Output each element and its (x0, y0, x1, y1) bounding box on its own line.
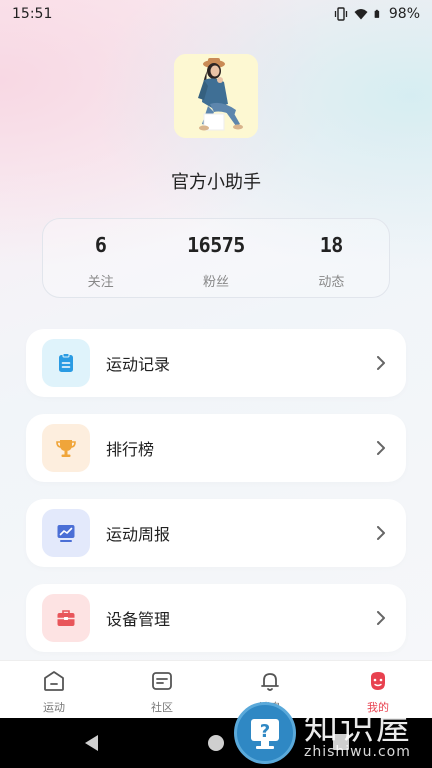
toolbox-icon (42, 594, 90, 642)
watermark-logo-icon: ? (234, 702, 296, 764)
nav-label: 运动 (43, 701, 65, 714)
report-chart-icon (42, 509, 90, 557)
avatar-illustration (174, 54, 258, 138)
stats-panel: 6 关注 16575 粉丝 18 动态 (42, 218, 390, 298)
stat-fans[interactable]: 16575 粉丝 (158, 219, 273, 297)
vibrate-icon (334, 7, 348, 21)
bell-icon (261, 673, 279, 691)
stat-value: 6 (94, 233, 107, 257)
back-icon[interactable] (82, 733, 100, 753)
watermark-domain: zhishiwu.com (304, 744, 411, 760)
status-bar: 15:51 98% (0, 0, 432, 28)
trophy-icon (42, 424, 90, 472)
stat-label: 关注 (87, 275, 114, 290)
profile-icon (371, 672, 385, 690)
menu-label: 运动周报 (106, 525, 171, 544)
clipboard-icon (42, 339, 90, 387)
menu-item-weekly-report[interactable]: 运动周报 (26, 499, 406, 567)
menu-label: 运动记录 (106, 355, 171, 374)
watermark-registered-mark: ® (412, 700, 426, 714)
stat-label: 粉丝 (202, 275, 229, 290)
menu-label: 排行榜 (106, 440, 155, 459)
username: 官方小助手 (171, 172, 261, 193)
stat-value: 18 (319, 233, 344, 257)
battery-percent: 98% (388, 6, 420, 22)
watermark-title: 知识屋® (304, 700, 426, 749)
stat-value: 16575 (187, 233, 245, 257)
avatar[interactable] (174, 54, 258, 138)
menu-item-exercise-records[interactable]: 运动记录 (26, 329, 406, 397)
menu-item-leaderboard[interactable]: 排行榜 (26, 414, 406, 482)
nav-label: 社区 (151, 701, 173, 714)
wifi-icon (354, 9, 368, 20)
chevron-right-icon (370, 437, 392, 459)
menu-label: 设备管理 (106, 610, 171, 629)
stat-posts[interactable]: 18 动态 (274, 219, 389, 297)
chevron-right-icon (370, 352, 392, 374)
stat-label: 动态 (318, 275, 345, 290)
community-icon (152, 672, 172, 690)
battery-icon (374, 9, 380, 18)
status-icons: 98% (334, 6, 420, 22)
stat-following[interactable]: 6 关注 (43, 219, 158, 297)
nav-tab-community[interactable]: 社区 (108, 661, 216, 718)
home-icon (44, 671, 64, 691)
status-time: 15:51 (12, 6, 53, 22)
home-button-icon[interactable] (206, 733, 226, 753)
chevron-right-icon (370, 522, 392, 544)
chevron-right-icon (370, 607, 392, 629)
watermark-title-text: 知识屋 (304, 708, 412, 748)
svg-text:?: ? (260, 721, 270, 742)
nav-tab-sport[interactable]: 运动 (0, 661, 108, 718)
menu-item-device-management[interactable]: 设备管理 (26, 584, 406, 652)
